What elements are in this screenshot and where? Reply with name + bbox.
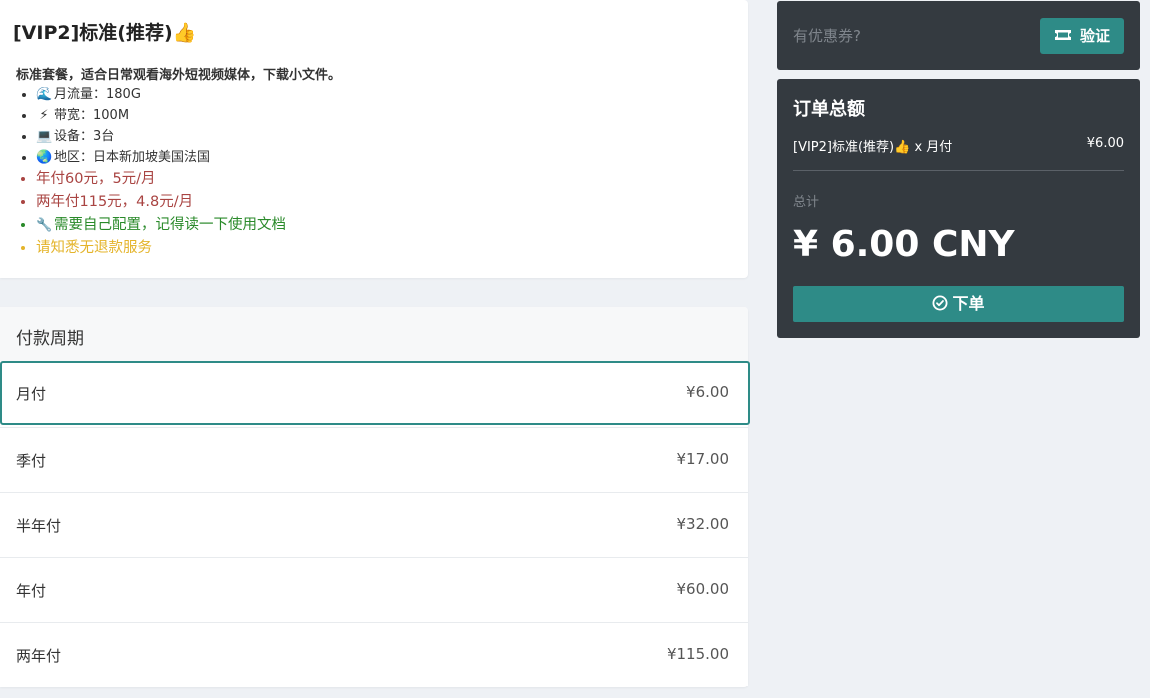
plan-card: [VIP2]标准(推荐)👍 标准套餐，适合日常观看海外短视频媒体，下载小文件。 … [0,0,748,278]
coupon-card: 验证 [777,1,1140,70]
total-label: 总计 [793,195,820,210]
verify-coupon-button[interactable]: 验证 [1040,18,1124,54]
cycle-option-quarterly[interactable]: 季付 ¥17.00 [0,427,748,491]
cycle-option-biennial[interactable]: 两年付 ¥115.00 [0,622,748,686]
plan-title: [VIP2]标准(推荐)👍 [13,18,196,45]
place-order-button[interactable]: 下单 [793,286,1124,322]
feature-item: 🌊月流量：180G [36,84,286,105]
config-note-text: 需要自己配置，记得读一下使用文档 [54,217,286,233]
wave-icon: 🌊 [36,87,53,102]
order-line-label: [VIP2]标准(推荐)👍 x 月付 [793,140,953,155]
cycle-option-semiannual[interactable]: 半年付 ¥32.00 [0,492,748,556]
feature-text: 设备：3台 [54,129,115,144]
cycle-price: ¥17.00 [676,450,730,468]
cycle-label: 季付 [16,452,47,470]
plan-description: 标准套餐，适合日常观看海外短视频媒体，下载小文件。 [16,68,342,83]
feature-text: 月流量：180G [54,87,141,102]
billing-cycle-header: 付款周期 [0,307,748,361]
cycle-price: ¥32.00 [676,515,730,533]
billing-cycle-card: 付款周期 月付 ¥6.00 季付 ¥17.00 半年付 ¥32.00 年付 ¥6… [0,307,750,687]
feature-text: 带宽：100M [54,108,130,123]
refund-note: 请知悉无退款服务 [36,237,286,260]
cycle-price: ¥6.00 [686,383,729,401]
price-note-biennial: 两年付115元，4.8元/月 [36,191,286,214]
cycle-option-monthly[interactable]: 月付 ¥6.00 [0,361,750,425]
verify-label: 验证 [1079,27,1110,45]
globe-icon: 🌏 [36,150,53,165]
check-circle-icon [932,295,948,311]
cycle-label: 半年付 [16,517,62,535]
plan-title-text: [VIP2]标准(推荐) [13,22,173,44]
billing-cycle-title: 付款周期 [16,329,84,349]
cycle-label: 年付 [16,582,47,600]
feature-item: ⚡ 带宽：100M [36,105,286,126]
cycle-price: ¥115.00 [666,645,729,663]
cycle-price: ¥60.00 [676,580,730,598]
order-summary-card: 订单总额 [VIP2]标准(推荐)👍 x 月付 ¥6.00 总计 ¥ 6.00 … [777,79,1140,338]
cycle-option-annual[interactable]: 年付 ¥60.00 [0,557,748,621]
coupon-input[interactable] [793,27,1033,45]
order-summary-title: 订单总额 [793,99,865,120]
feature-text: 地区：日本新加坡美国法国 [54,150,211,165]
feature-item: 🌏地区：日本新加坡美国法国 [36,147,286,168]
config-note: 🔧需要自己配置，记得读一下使用文档 [36,214,286,237]
cycle-label: 两年付 [16,647,62,665]
laptop-icon: 💻 [36,129,53,144]
thumbs-up-icon: 👍 [172,22,197,44]
divider [793,170,1124,171]
lightning-icon: ⚡ [39,108,49,123]
feature-item: 💻设备：3台 [36,126,286,147]
price-note-yearly: 年付60元，5元/月 [36,168,286,191]
feature-list: 🌊月流量：180G ⚡带宽：100M 💻设备：3台 🌏地区：日本新加坡美国法国 … [18,84,286,260]
place-order-label: 下单 [952,294,985,313]
ticket-icon [1054,30,1071,40]
total-amount: ¥ 6.00 CNY [793,224,1015,265]
cycle-label: 月付 [16,385,47,403]
order-line-price: ¥6.00 [1086,136,1124,151]
wrench-icon: 🔧 [36,218,53,233]
